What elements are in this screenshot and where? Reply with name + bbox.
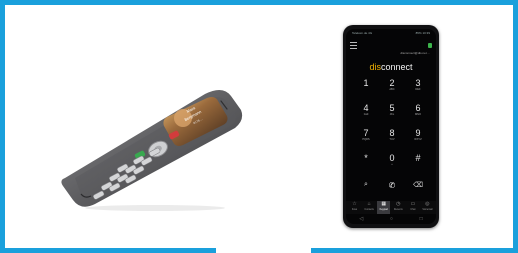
recents-icon[interactable]: □	[420, 216, 423, 223]
menu-icon[interactable]	[350, 42, 357, 49]
phone-screen: Telekom.de 4G 85% 10:39 disconnect@dis.n…	[346, 29, 436, 224]
cordless-handset	[61, 89, 243, 211]
bottom-tab-bar: ☆ Favs ⌂ Contacts ▦ Keypad ◷ Recents ▭ Chat ◎…	[346, 201, 436, 214]
key-8[interactable]: 8 TUV	[382, 129, 402, 142]
star-icon: ☆	[352, 201, 357, 207]
key-5[interactable]: 5 JKL	[382, 104, 402, 117]
keypad-icon: ▦	[381, 201, 387, 207]
key-hash[interactable]: #	[408, 154, 428, 163]
tab-contacts[interactable]: ⌂ Contacts	[363, 201, 376, 214]
status-battery-time: 85% 10:39	[415, 31, 430, 35]
key-7[interactable]: 7 PQRS	[356, 129, 376, 142]
tab-voicemail[interactable]: ◎ Voicemail	[421, 201, 434, 214]
backspace-icon[interactable]: ⌫	[408, 181, 428, 189]
key-2[interactable]: 2 ABC	[382, 79, 402, 92]
contacts-icon: ⌂	[367, 201, 371, 207]
voicemail-icon: ◎	[425, 201, 430, 207]
status-bar: Telekom.de 4G 85% 10:39	[352, 31, 430, 37]
tab-keypad[interactable]: ▦ Keypad	[377, 201, 391, 214]
tab-favorites[interactable]: ☆ Favs	[348, 201, 361, 214]
key-6[interactable]: 6 MNO	[408, 104, 428, 117]
disconnect-logo: disconnect	[369, 62, 413, 72]
chat-icon: ▭	[410, 201, 416, 207]
blue-frame-bottom-right	[311, 248, 518, 253]
online-status-icon	[428, 43, 432, 48]
status-carrier: Telekom.de 4G	[352, 31, 373, 35]
key-0[interactable]: 0 +	[382, 154, 402, 167]
home-icon[interactable]: ○	[390, 216, 393, 223]
dial-actions: ⌕ ✆ ⌫	[356, 181, 428, 193]
back-icon[interactable]: ◁	[359, 216, 363, 223]
android-nav-bar: ◁ ○ □	[346, 216, 436, 223]
key-3[interactable]: 3 DEF	[408, 79, 428, 92]
call-icon[interactable]: ✆	[382, 181, 402, 190]
key-1[interactable]: 1	[356, 79, 376, 88]
key-star[interactable]: *	[356, 154, 376, 163]
account-line: disconnect@dis.net ...	[400, 51, 430, 55]
tab-chat[interactable]: ▭ Chat	[406, 201, 419, 214]
smartphone: Telekom.de 4G 85% 10:39 disconnect@dis.n…	[343, 25, 439, 228]
tab-recents[interactable]: ◷ Recents	[392, 201, 405, 214]
clock-icon: ◷	[396, 201, 401, 207]
blue-frame-bottom-left	[0, 248, 216, 253]
key-9[interactable]: 9 WXYZ	[408, 129, 428, 142]
key-4[interactable]: 4 GHI	[356, 104, 376, 117]
search-icon[interactable]: ⌕	[356, 181, 376, 189]
